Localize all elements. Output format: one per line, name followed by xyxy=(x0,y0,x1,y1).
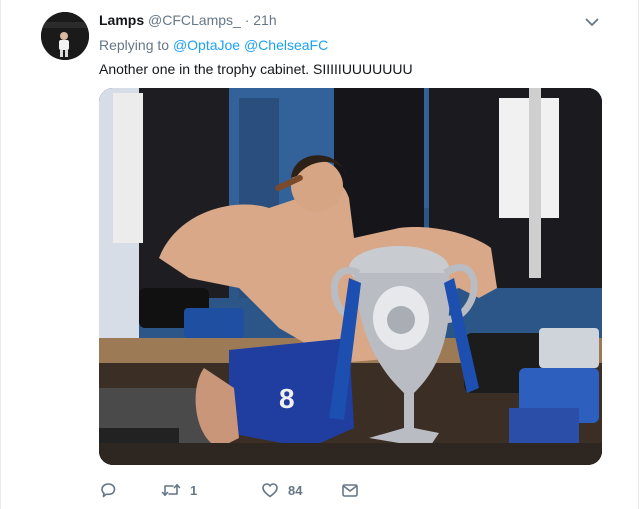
replying-to-label: Replying to xyxy=(99,37,170,53)
like-icon xyxy=(262,483,278,498)
like-count: 84 xyxy=(288,482,303,498)
replying-to-line: Replying to @OptaJoe @ChelseaFC xyxy=(99,36,328,54)
reply-icon xyxy=(101,483,116,498)
chevron-down-icon xyxy=(585,18,599,26)
avatar-image xyxy=(41,12,89,60)
reply-button[interactable] xyxy=(99,480,126,500)
avatar[interactable] xyxy=(41,12,89,60)
display-name[interactable]: Lamps xyxy=(99,12,144,28)
tweet-photo[interactable]: 8 xyxy=(99,88,602,465)
like-button[interactable]: 84 xyxy=(261,480,302,500)
separator-dot: · xyxy=(244,12,250,28)
mention-optajoe[interactable]: @OptaJoe xyxy=(173,37,240,53)
direct-message-icon xyxy=(342,484,358,497)
timeline-left-border xyxy=(0,0,1,509)
retweet-button[interactable]: 1 xyxy=(161,480,197,500)
mention-chelseafc[interactable]: @ChelseaFC xyxy=(244,37,328,53)
timestamp-link[interactable]: 21h xyxy=(253,12,276,28)
locker-room-photo: 8 xyxy=(99,88,602,465)
tweet-header: Lamps @CFCLamps_ · 21h xyxy=(99,11,277,29)
tweet-text: Another one in the trophy cabinet. SIIII… xyxy=(99,61,413,77)
retweet-icon xyxy=(161,484,181,496)
timeline-right-border xyxy=(638,0,639,509)
retweet-count: 1 xyxy=(190,482,198,498)
tweet-options-button[interactable] xyxy=(583,13,601,31)
direct-message-button[interactable] xyxy=(341,480,359,500)
user-handle[interactable]: @CFCLamps_ xyxy=(148,12,241,28)
svg-text:8: 8 xyxy=(279,383,295,414)
